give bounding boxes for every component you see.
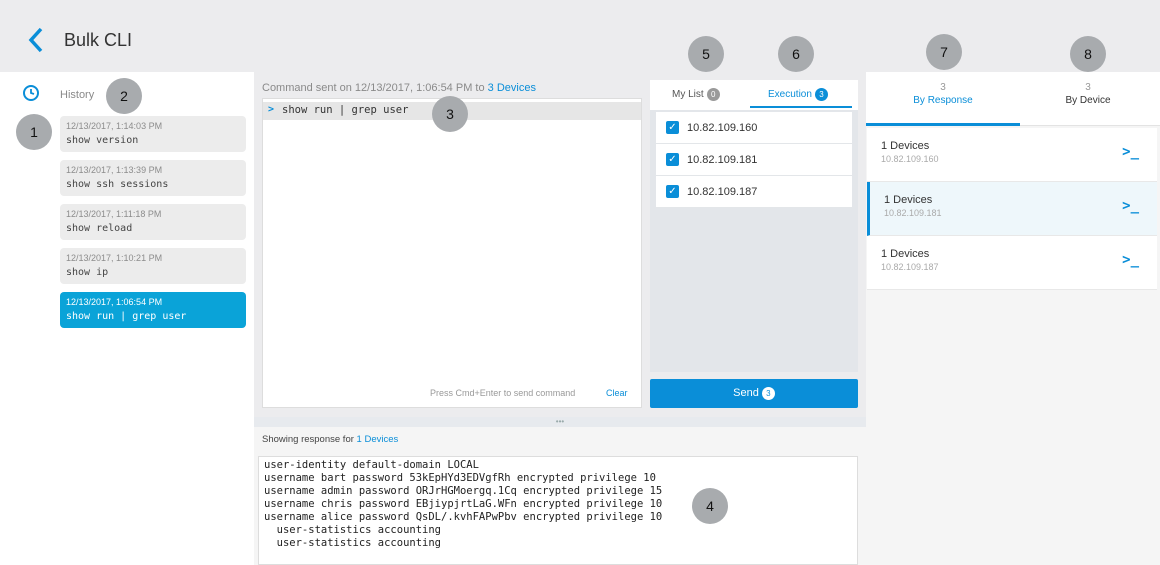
history-item-command: show reload	[66, 223, 133, 234]
output-line: username bart password 53kEpHYd3EDVgfRh …	[264, 472, 656, 484]
response-row-ip: 10.82.109.181	[884, 208, 942, 218]
execution-count-badge: 3	[814, 88, 828, 101]
history-item-time: 12/13/2017, 1:10:21 PM	[66, 253, 163, 263]
device-row[interactable]: ✓ 10.82.109.187	[656, 176, 852, 208]
checkbox-checked-icon[interactable]: ✓	[666, 153, 679, 166]
command-text[interactable]: show run | grep user	[282, 104, 408, 116]
tab-by-response[interactable]: 3 By Response	[866, 82, 1020, 106]
send-hint: Press Cmd+Enter to send command	[430, 388, 576, 398]
back-icon[interactable]	[26, 26, 52, 56]
output-line: user-statistics accounting	[264, 537, 442, 549]
send-button-label: Send	[733, 387, 759, 399]
output-line: username admin password ORJrHGMoergq.1Cq…	[264, 485, 663, 497]
history-item-time: 12/13/2017, 1:11:18 PM	[66, 209, 162, 219]
history-item-command: show version	[66, 135, 139, 146]
tab-by-response-count: 3	[940, 82, 946, 93]
output-line: user-statistics accounting	[264, 524, 442, 536]
response-devices-link[interactable]: 1 Devices	[357, 434, 399, 445]
tab-my-list-label: My List	[672, 89, 704, 101]
device-row[interactable]: ✓ 10.82.109.181	[656, 144, 852, 176]
response-row-selected[interactable]: 1 Devices 10.82.109.181 >_	[867, 182, 1157, 236]
tab-by-device[interactable]: 3 By Device	[1020, 82, 1156, 106]
response-info: Showing response for 1 Devices	[262, 434, 398, 445]
tab-execution[interactable]: Execution 3	[768, 88, 828, 101]
response-output: user-identity default-domain LOCAL usern…	[258, 456, 858, 565]
tab-active-indicator	[750, 106, 852, 108]
history-item-time: 12/13/2017, 1:13:39 PM	[66, 165, 163, 175]
tab-by-device-count: 3	[1085, 82, 1091, 93]
history-item[interactable]: 12/13/2017, 1:13:39 PM show ssh sessions	[60, 160, 246, 196]
right-tab-indicator	[866, 123, 1020, 126]
history-item-command: show ssh sessions	[66, 179, 169, 190]
device-ip: 10.82.109.181	[687, 153, 758, 166]
terminal-icon[interactable]: >_	[1122, 144, 1139, 160]
response-row[interactable]: 1 Devices 10.82.109.160 >_	[867, 128, 1157, 182]
header-bar	[0, 0, 1160, 72]
response-row-title: 1 Devices	[881, 140, 930, 152]
callout-1: 1	[16, 114, 52, 150]
output-line: username alice password QsDL/.kvhFAPwPbv…	[264, 511, 663, 523]
send-button[interactable]: Send 3	[650, 379, 858, 408]
callout-4: 4	[692, 488, 728, 524]
history-item-time: 12/13/2017, 1:06:54 PM	[66, 297, 163, 307]
history-label: History	[60, 89, 95, 101]
tab-my-list[interactable]: My List 0	[672, 88, 720, 101]
clear-link[interactable]: Clear	[606, 388, 628, 398]
device-ip: 10.82.109.187	[687, 185, 758, 198]
checkbox-checked-icon[interactable]: ✓	[666, 121, 679, 134]
page-title: Bulk CLI	[64, 30, 133, 50]
history-item-command: show run | grep user	[66, 311, 187, 322]
devices-link[interactable]: 3 Devices	[488, 82, 536, 94]
send-count-badge: 3	[761, 386, 775, 400]
response-row-ip: 10.82.109.187	[881, 262, 939, 272]
tab-execution-label: Execution	[768, 89, 812, 101]
response-info-text: Showing response for	[262, 434, 354, 445]
output-line: username chris password EBjiypjrtLaG.WFn…	[264, 498, 663, 510]
response-row-title: 1 Devices	[884, 194, 933, 206]
command-editor[interactable]	[262, 98, 642, 408]
callout-8: 8	[1070, 36, 1106, 72]
response-row-ip: 10.82.109.160	[881, 154, 939, 164]
terminal-icon[interactable]: >_	[1122, 198, 1139, 214]
response-row[interactable]: 1 Devices 10.82.109.187 >_	[867, 236, 1157, 290]
tab-by-response-label: By Response	[913, 95, 973, 106]
response-row-title: 1 Devices	[881, 248, 930, 260]
history-item-command: show ip	[66, 267, 109, 278]
output-line: user-identity default-domain LOCAL	[264, 459, 479, 471]
command-sent-text: Command sent on 12/13/2017, 1:06:54 PM t…	[262, 82, 485, 94]
callout-5: 5	[688, 36, 724, 72]
callout-6: 6	[778, 36, 814, 72]
history-item-selected[interactable]: 12/13/2017, 1:06:54 PM show run | grep u…	[60, 292, 246, 328]
my-list-count-badge: 0	[706, 88, 720, 101]
history-clock-icon[interactable]	[22, 84, 40, 102]
callout-3: 3	[432, 96, 468, 132]
command-sent-info: Command sent on 12/13/2017, 1:06:54 PM t…	[262, 82, 536, 94]
history-item-time: 12/13/2017, 1:14:03 PM	[66, 121, 163, 131]
history-item[interactable]: 12/13/2017, 1:14:03 PM show version	[60, 116, 246, 152]
callout-2: 2	[106, 78, 142, 114]
resize-handle[interactable]: •••	[254, 417, 866, 427]
device-ip: 10.82.109.160	[687, 121, 758, 134]
history-item[interactable]: 12/13/2017, 1:11:18 PM show reload	[60, 204, 246, 240]
tab-by-device-label: By Device	[1065, 95, 1111, 106]
callout-7: 7	[926, 34, 962, 70]
device-row[interactable]: ✓ 10.82.109.160	[656, 112, 852, 144]
history-item[interactable]: 12/13/2017, 1:10:21 PM show ip	[60, 248, 246, 284]
prompt-chevron-icon: >	[268, 104, 275, 115]
terminal-icon[interactable]: >_	[1122, 252, 1139, 268]
checkbox-checked-icon[interactable]: ✓	[666, 185, 679, 198]
